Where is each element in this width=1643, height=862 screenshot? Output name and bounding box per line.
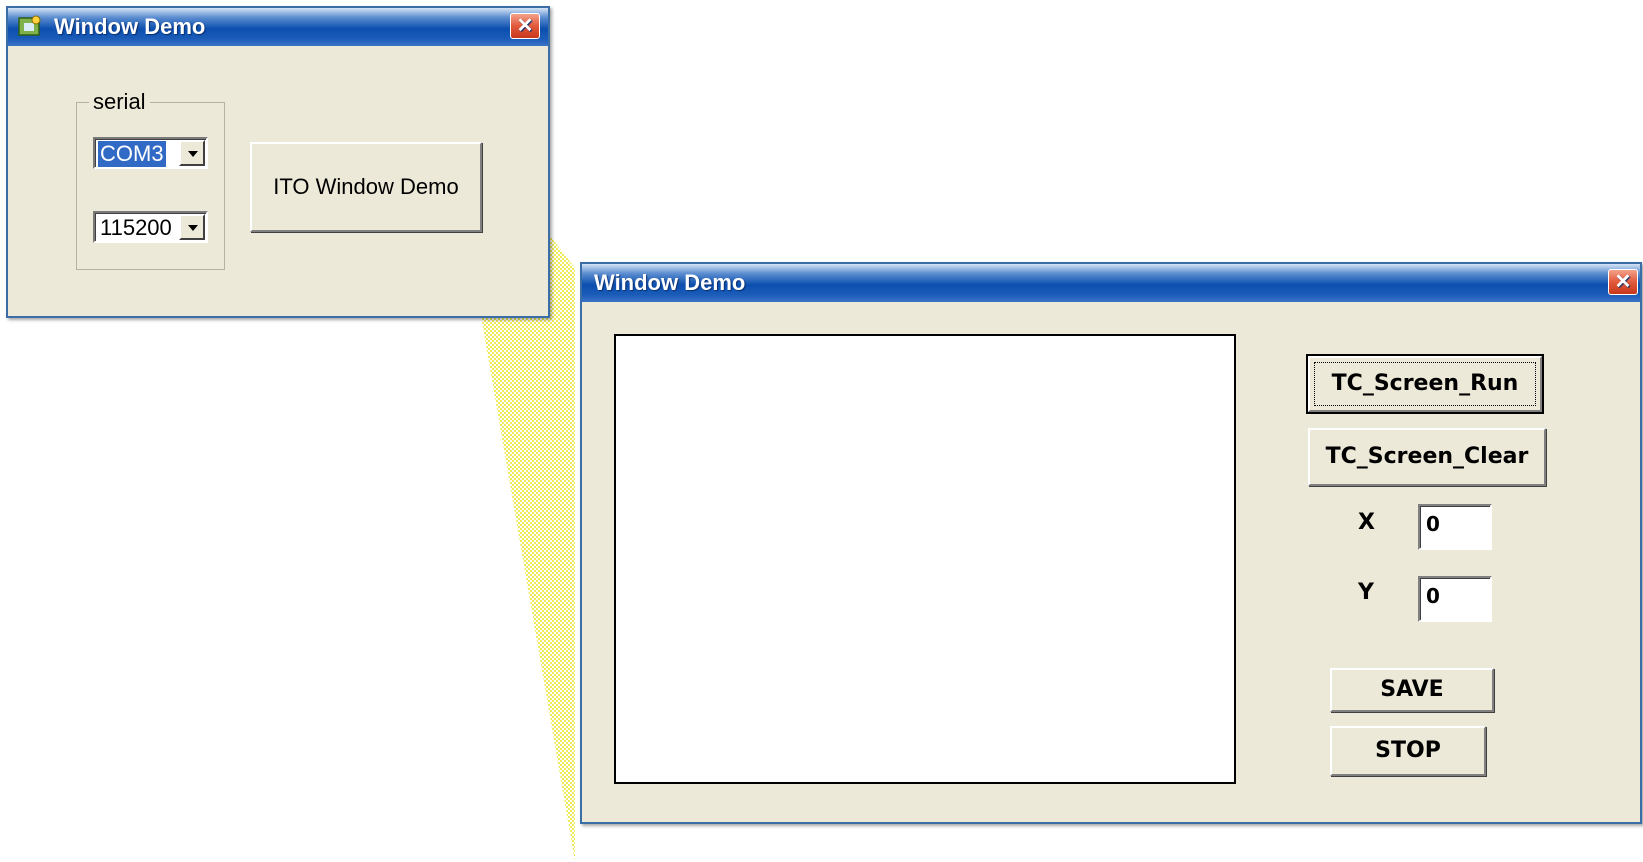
small-window: Window Demo ✕ serial COM3 115200 ITO Win…: [6, 6, 550, 318]
small-window-close-button[interactable]: ✕: [510, 13, 540, 39]
chevron-down-icon[interactable]: [179, 140, 205, 166]
close-icon: ✕: [1614, 271, 1632, 293]
touch-drawing-canvas[interactable]: [614, 334, 1236, 784]
save-button[interactable]: SAVE: [1330, 668, 1494, 712]
tc-screen-clear-button[interactable]: TC_Screen_Clear: [1308, 428, 1546, 486]
large-window: Window Demo ✕ TC_Screen_Run TC_Screen_Cl…: [580, 262, 1642, 824]
small-window-titlebar[interactable]: Window Demo ✕: [8, 8, 548, 46]
tc-screen-run-button[interactable]: TC_Screen_Run: [1306, 354, 1544, 414]
y-coordinate-field[interactable]: 0: [1418, 576, 1492, 622]
serial-group-label: serial: [89, 89, 150, 115]
large-window-close-button[interactable]: ✕: [1608, 269, 1638, 295]
baud-combo-value: 115200: [100, 215, 172, 240]
large-window-titlebar[interactable]: Window Demo ✕: [582, 264, 1640, 302]
close-icon: ✕: [516, 15, 534, 37]
x-coordinate-label: X: [1358, 510, 1375, 535]
serial-groupbox: serial COM3 115200: [76, 89, 225, 270]
baud-combobox[interactable]: 115200: [93, 211, 208, 243]
port-combobox[interactable]: COM3: [93, 137, 208, 169]
chevron-down-icon[interactable]: [179, 214, 205, 240]
port-combo-value: COM3: [97, 140, 167, 168]
app-icon: [18, 15, 41, 36]
focus-rectangle: [1314, 362, 1536, 406]
ito-window-demo-button[interactable]: ITO Window Demo: [250, 142, 482, 232]
large-window-title: Window Demo: [594, 270, 746, 295]
x-coordinate-field[interactable]: 0: [1418, 504, 1492, 550]
small-window-title: Window Demo: [54, 14, 206, 39]
y-coordinate-label: Y: [1358, 580, 1374, 605]
stop-button[interactable]: STOP: [1330, 726, 1486, 776]
